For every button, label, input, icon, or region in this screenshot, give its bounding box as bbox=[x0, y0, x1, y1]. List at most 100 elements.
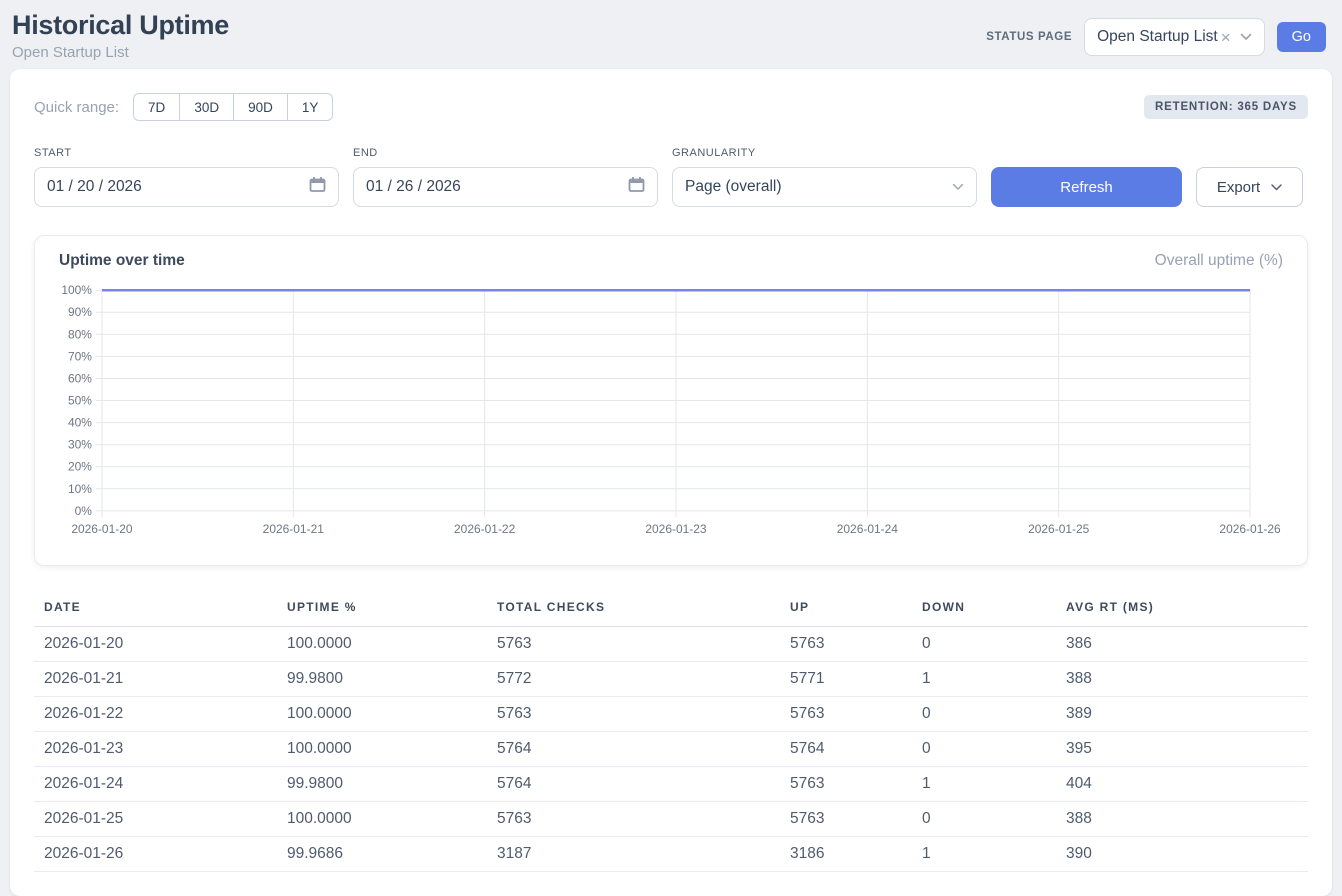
start-date-label: START bbox=[34, 147, 339, 159]
svg-text:0%: 0% bbox=[75, 504, 93, 518]
table-row: 2026-01-2499.9800576457631404 bbox=[34, 767, 1308, 802]
table-cell: 2026-01-21 bbox=[34, 662, 277, 697]
quick-range-row: Quick range: 7D30D90D1Y RETENTION: 365 D… bbox=[34, 93, 1308, 121]
svg-text:30%: 30% bbox=[68, 438, 92, 452]
table-cell: 5763 bbox=[487, 627, 780, 662]
quick-range-7d[interactable]: 7D bbox=[133, 93, 180, 121]
table-row: 2026-01-2199.9800577257711388 bbox=[34, 662, 1308, 697]
table-cell: 2026-01-23 bbox=[34, 732, 277, 767]
table-cell: 100.0000 bbox=[277, 627, 487, 662]
svg-text:2026-01-23: 2026-01-23 bbox=[645, 522, 707, 536]
filter-controls-row: START 01 / 20 / 2026 END 01 / 26 / 2026 … bbox=[34, 147, 1308, 207]
svg-text:2026-01-24: 2026-01-24 bbox=[837, 522, 899, 536]
clear-selection-icon[interactable]: × bbox=[1221, 29, 1231, 46]
svg-text:2026-01-26: 2026-01-26 bbox=[1219, 522, 1281, 536]
column-header: DATE bbox=[34, 590, 277, 627]
quick-range-label: Quick range: bbox=[34, 99, 119, 116]
svg-text:80%: 80% bbox=[68, 327, 92, 341]
table-cell: 1 bbox=[912, 767, 1056, 802]
table-cell: 100.0000 bbox=[277, 697, 487, 732]
end-date-input[interactable]: 01 / 26 / 2026 bbox=[353, 167, 658, 207]
table-header-row: DATEUPTIME %TOTAL CHECKSUPDOWNAVG RT (MS… bbox=[34, 590, 1308, 627]
page-header: Historical Uptime Open Startup List STAT… bbox=[0, 0, 1342, 69]
table-cell: 0 bbox=[912, 697, 1056, 732]
table-cell: 388 bbox=[1056, 662, 1308, 697]
table-cell: 99.9800 bbox=[277, 662, 487, 697]
svg-text:50%: 50% bbox=[68, 394, 92, 408]
table-cell: 0 bbox=[912, 732, 1056, 767]
column-header: DOWN bbox=[912, 590, 1056, 627]
retention-badge: RETENTION: 365 DAYS bbox=[1144, 95, 1308, 119]
table-cell: 2026-01-22 bbox=[34, 697, 277, 732]
table-cell: 5763 bbox=[487, 802, 780, 837]
svg-text:90%: 90% bbox=[68, 305, 92, 319]
table-cell: 99.9800 bbox=[277, 767, 487, 802]
chevron-down-icon bbox=[1271, 184, 1282, 191]
svg-text:70%: 70% bbox=[68, 349, 92, 363]
table-cell: 5763 bbox=[780, 767, 912, 802]
svg-text:20%: 20% bbox=[68, 460, 92, 474]
page-subtitle: Open Startup List bbox=[12, 44, 229, 61]
granularity-select[interactable]: Page (overall) bbox=[672, 167, 977, 207]
table-cell: 395 bbox=[1056, 732, 1308, 767]
column-header: TOTAL CHECKS bbox=[487, 590, 780, 627]
svg-text:100%: 100% bbox=[61, 283, 92, 297]
end-date-field: END 01 / 26 / 2026 bbox=[353, 147, 658, 207]
calendar-icon[interactable] bbox=[309, 176, 326, 198]
svg-text:2026-01-22: 2026-01-22 bbox=[454, 522, 516, 536]
quick-range-1y[interactable]: 1Y bbox=[287, 93, 334, 121]
table-row: 2026-01-20100.0000576357630386 bbox=[34, 627, 1308, 662]
table-cell: 0 bbox=[912, 627, 1056, 662]
chart-header: Uptime over time Overall uptime (%) bbox=[59, 252, 1283, 270]
start-date-value: 01 / 20 / 2026 bbox=[47, 178, 142, 196]
table-cell: 5764 bbox=[487, 767, 780, 802]
table-cell: 3186 bbox=[780, 837, 912, 872]
table-cell: 5763 bbox=[487, 697, 780, 732]
svg-text:40%: 40% bbox=[68, 416, 92, 430]
uptime-chart-card: Uptime over time Overall uptime (%) 0% 10… bbox=[34, 235, 1308, 566]
column-header: AVG RT (MS) bbox=[1056, 590, 1308, 627]
uptime-table: DATEUPTIME %TOTAL CHECKSUPDOWNAVG RT (MS… bbox=[34, 590, 1308, 872]
table-cell: 386 bbox=[1056, 627, 1308, 662]
granularity-label: GRANULARITY bbox=[672, 147, 977, 159]
table-row: 2026-01-2699.9686318731861390 bbox=[34, 837, 1308, 872]
calendar-icon[interactable] bbox=[628, 176, 645, 198]
table-cell: 5763 bbox=[780, 627, 912, 662]
table-cell: 5763 bbox=[780, 802, 912, 837]
start-date-input[interactable]: 01 / 20 / 2026 bbox=[34, 167, 339, 207]
go-button[interactable]: Go bbox=[1277, 22, 1326, 52]
table-cell: 2026-01-25 bbox=[34, 802, 277, 837]
main-panel: Quick range: 7D30D90D1Y RETENTION: 365 D… bbox=[10, 69, 1332, 896]
table-cell: 100.0000 bbox=[277, 732, 487, 767]
start-date-field: START 01 / 20 / 2026 bbox=[34, 147, 339, 207]
table-row: 2026-01-25100.0000576357630388 bbox=[34, 802, 1308, 837]
table-cell: 404 bbox=[1056, 767, 1308, 802]
chart-title: Uptime over time bbox=[59, 252, 185, 270]
quick-range-90d[interactable]: 90D bbox=[233, 93, 288, 121]
svg-text:60%: 60% bbox=[68, 371, 92, 385]
table-cell: 3187 bbox=[487, 837, 780, 872]
status-page-select[interactable]: Open Startup List × bbox=[1084, 18, 1265, 56]
status-page-label: STATUS PAGE bbox=[986, 31, 1072, 43]
title-block: Historical Uptime Open Startup List bbox=[12, 10, 229, 61]
chevron-down-icon bbox=[1240, 33, 1252, 41]
table-cell: 5763 bbox=[780, 697, 912, 732]
table-cell: 390 bbox=[1056, 837, 1308, 872]
table-cell: 1 bbox=[912, 662, 1056, 697]
table-cell: 0 bbox=[912, 802, 1056, 837]
end-date-value: 01 / 26 / 2026 bbox=[366, 178, 461, 196]
table-cell: 2026-01-26 bbox=[34, 837, 277, 872]
table-cell: 2026-01-20 bbox=[34, 627, 277, 662]
svg-text:10%: 10% bbox=[68, 482, 92, 496]
refresh-button[interactable]: Refresh bbox=[991, 167, 1182, 207]
table-cell: 100.0000 bbox=[277, 802, 487, 837]
quick-range-30d[interactable]: 30D bbox=[179, 93, 234, 121]
table-cell: 5764 bbox=[780, 732, 912, 767]
export-button[interactable]: Export bbox=[1196, 167, 1303, 207]
table-cell: 389 bbox=[1056, 697, 1308, 732]
table-cell: 388 bbox=[1056, 802, 1308, 837]
column-header: UP bbox=[780, 590, 912, 627]
granularity-field: GRANULARITY Page (overall) bbox=[672, 147, 977, 207]
column-header: UPTIME % bbox=[277, 590, 487, 627]
chevron-down-icon bbox=[952, 183, 964, 191]
